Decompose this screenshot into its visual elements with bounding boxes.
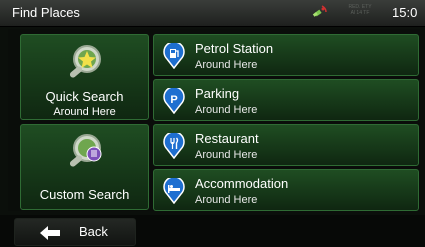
svg-text:P: P [170,94,177,106]
status-bar: Find Places RED. ETY Al 14 TF 15:0 [0,0,425,27]
category-sublabel: Around Here [195,194,258,206]
back-label: Back [79,224,108,239]
category-row-parking[interactable]: P Parking Around Here [153,79,419,121]
back-button[interactable]: Back [14,218,136,246]
custom-search-label: Custom Search [39,187,130,202]
cutlery-icon [162,131,186,164]
category-sublabel: Around Here [195,104,258,116]
status-faint-text: RED. ETY Al 14 TF [348,4,372,16]
category-row-restaurant[interactable]: Restaurant Around Here [153,124,419,166]
quick-search-button[interactable]: Quick Search Around Here [20,34,149,120]
magnifier-restaurant-icon [65,131,107,178]
category-name: Parking [195,86,240,101]
parking-icon: P [162,86,186,119]
clock: 15:0 [392,5,418,20]
category-sublabel: Around Here [195,59,258,71]
custom-search-button[interactable]: Custom Search [20,124,149,210]
gps-satellite-icon [312,4,328,25]
quick-search-label: Quick Search [45,89,124,104]
bed-icon [162,176,186,209]
magnifier-star-icon [65,41,107,88]
category-name: Restaurant [195,131,259,146]
category-row-petrol-station[interactable]: Petrol Station Around Here [153,34,419,76]
page-title: Find Places [12,5,80,20]
back-arrow-icon [39,225,61,246]
category-name: Accommodation [195,176,289,191]
quick-search-sublabel: Around Here [53,106,116,118]
category-sublabel: Around Here [195,149,258,161]
category-name: Petrol Station [195,41,274,56]
fuel-icon [162,41,186,74]
category-row-accommodation[interactable]: Accommodation Around Here [153,169,419,211]
